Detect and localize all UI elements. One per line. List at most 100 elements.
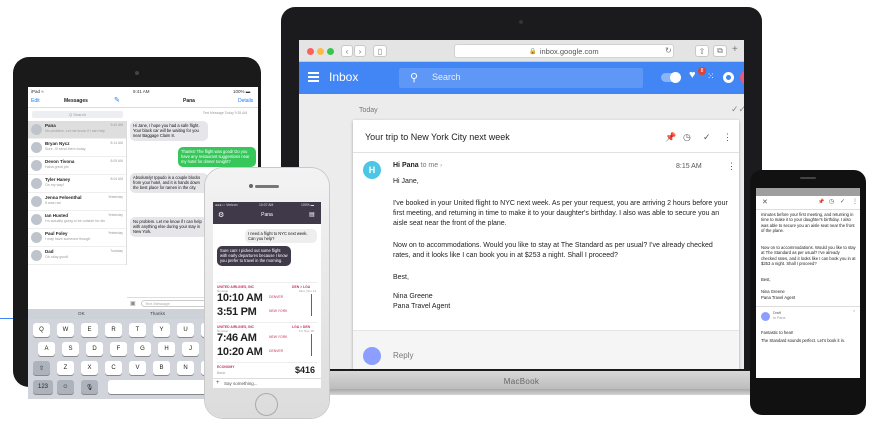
message-time: Tuesday: [110, 249, 123, 253]
reply-bar[interactable]: Reply: [353, 330, 739, 369]
done-icon[interactable]: ✓: [703, 132, 711, 143]
key[interactable]: U: [177, 323, 194, 337]
tabs-icon[interactable]: ⧉: [713, 45, 727, 57]
incoming-message: Absolutely! Ippudo is a couple blocks fr…: [130, 173, 208, 193]
pin-toggle[interactable]: [661, 72, 681, 83]
pin-icon[interactable]: 📌: [818, 199, 824, 205]
flight-option[interactable]: UNITED AIRLINES, INC LGA > DEN Nonstop Fri,…: [217, 322, 317, 360]
key[interactable]: 123: [33, 380, 53, 394]
status-carrier: ●●●○○ Verizon: [215, 203, 238, 207]
account-icon[interactable]: [723, 72, 734, 83]
key[interactable]: S: [62, 342, 79, 356]
draft-recipient: to Pana: [773, 316, 786, 320]
notifications-icon[interactable]: ♥: [689, 69, 696, 81]
itinerary-icon[interactable]: ▤: [309, 211, 315, 218]
snooze-icon[interactable]: ◷: [683, 132, 691, 143]
draft-line[interactable]: Fantastic to hear!: [761, 330, 856, 335]
new-tab-icon[interactable]: +: [732, 44, 738, 55]
contact-name: Tyler Haney: [45, 177, 71, 182]
close-window-button[interactable]: [307, 48, 314, 55]
conversation-item[interactable]: Dad Oh okay good! Tuesday: [28, 247, 126, 265]
expand-icon[interactable]: ›: [440, 163, 442, 169]
reload-icon[interactable]: ↻: [665, 46, 672, 55]
key[interactable]: G: [134, 342, 151, 356]
key[interactable]: W: [57, 323, 74, 337]
key[interactable]: Z: [57, 361, 74, 375]
done-icon[interactable]: ✓: [840, 198, 845, 205]
key[interactable]: R: [105, 323, 122, 337]
key[interactable]: Q: [33, 323, 50, 337]
avatar[interactable]: [740, 70, 744, 85]
conversation-item[interactable]: Bryan Nycz Sure, I'll send them today. 8:1…: [28, 139, 126, 157]
key[interactable]: F: [110, 342, 127, 356]
menu-icon[interactable]: [308, 72, 319, 82]
conversation-item[interactable]: Ian Husted I'm actually going to be outsi…: [28, 211, 126, 229]
key[interactable]: ☺: [57, 380, 74, 394]
messages-title: Messages: [64, 98, 88, 104]
arrival-city: DENVER: [269, 349, 284, 353]
message-input[interactable]: + Say something...: [213, 378, 321, 388]
conversation-item[interactable]: Tyler Haney On my way! 8:04 AM: [28, 175, 126, 193]
fare-row[interactable]: ECONOMY Basic $416: [217, 362, 317, 376]
draft-line[interactable]: The Standard sounds perfect. Let's book …: [761, 338, 856, 343]
messages-header: Edit Messages ✎: [28, 94, 127, 108]
agent-message: Sure can! I picked out some flight with …: [217, 246, 291, 266]
conversation-item[interactable]: Devon Tivona Haha great job 8:09 AM: [28, 157, 126, 175]
key[interactable]: Y: [153, 323, 170, 337]
key[interactable]: 🎙: [81, 380, 98, 394]
user-avatar: [363, 347, 381, 365]
compose-icon[interactable]: ✎: [114, 96, 120, 104]
key[interactable]: E: [81, 323, 98, 337]
key[interactable]: B: [153, 361, 170, 375]
back-icon[interactable]: ‹: [341, 45, 353, 57]
contact-name: Ian Husted: [45, 213, 69, 218]
key[interactable]: ⇧: [33, 361, 50, 375]
flight-option[interactable]: UNITED AIRLINES, INC DEN > LGA Nonstop Mon,…: [217, 282, 317, 320]
details-button[interactable]: Details: [238, 98, 253, 104]
reply-label[interactable]: Reply: [393, 351, 413, 360]
key[interactable]: A: [38, 342, 55, 356]
key[interactable]: C: [105, 361, 122, 375]
camera-icon[interactable]: ▣: [130, 300, 136, 307]
pin-icon[interactable]: 📌: [665, 132, 676, 143]
share-icon[interactable]: ⇧: [695, 45, 709, 57]
address-bar[interactable]: 🔒 inbox.google.com: [454, 44, 674, 58]
email-more-icon[interactable]: ⋮: [727, 161, 736, 172]
zoom-window-button[interactable]: [327, 48, 334, 55]
search-input[interactable]: ⚲ Search: [399, 68, 643, 88]
key[interactable]: T: [129, 323, 146, 337]
home-button[interactable]: [255, 393, 278, 416]
front-camera: [135, 71, 139, 75]
more-icon[interactable]: ⋮: [852, 198, 858, 205]
apps-grid-icon[interactable]: ⁙: [707, 71, 715, 82]
contact-avatar: [31, 142, 42, 153]
earpiece: [800, 177, 816, 179]
key[interactable]: N: [177, 361, 194, 375]
collapse-icon[interactable]: ⌃: [852, 310, 856, 316]
email-greeting: Hi Jane,: [393, 178, 419, 185]
conversation-item[interactable]: Pana No problem. Let me know if I can hel…: [28, 121, 126, 139]
contact-name: Devon Tivona: [45, 159, 75, 164]
accent-line: [0, 318, 13, 319]
sweep-done-icon[interactable]: ✓✓: [731, 104, 744, 115]
conversation-item[interactable]: Jenna Felsenthal It was rad Yesterday: [28, 193, 126, 211]
close-icon[interactable]: ✕: [762, 198, 768, 206]
more-icon[interactable]: ⋮: [723, 132, 732, 143]
minimize-window-button[interactable]: [317, 48, 324, 55]
email-signoff: Best,: [761, 277, 771, 282]
add-icon[interactable]: +: [216, 380, 220, 386]
departure-time: 7:46 AM: [217, 332, 257, 344]
conversation-item[interactable]: Paul Foley I may have someone though Yeste…: [28, 229, 126, 247]
snooze-icon[interactable]: ◷: [829, 198, 834, 205]
key[interactable]: J: [182, 342, 199, 356]
key[interactable]: D: [86, 342, 103, 356]
key[interactable]: V: [129, 361, 146, 375]
macbook-chin: MacBook: [281, 371, 762, 391]
key[interactable]: X: [81, 361, 98, 375]
messages-search[interactable]: Q Search: [32, 111, 123, 118]
sidebar-icon[interactable]: ▯: [373, 45, 387, 57]
forward-icon[interactable]: ›: [354, 45, 366, 57]
edit-button[interactable]: Edit: [31, 98, 40, 104]
key[interactable]: H: [158, 342, 175, 356]
signature-title: Pana Travel Agent: [393, 303, 451, 310]
